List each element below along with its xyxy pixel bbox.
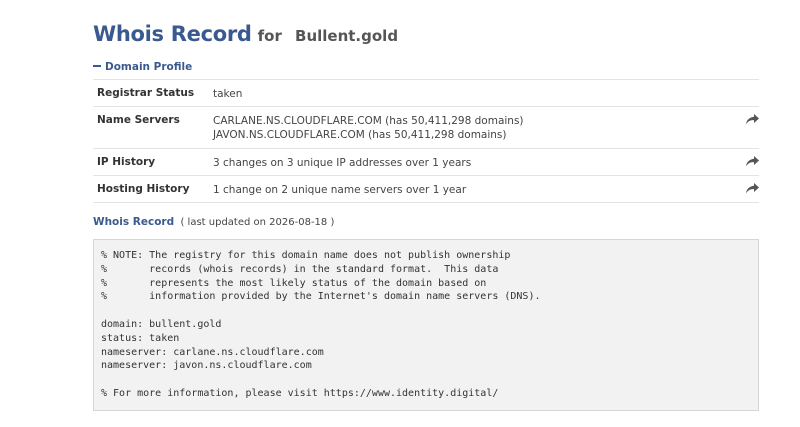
domain-profile-table: Registrar Status taken Name Servers CARL… [93, 79, 759, 203]
page-title-main: Whois Record [93, 22, 252, 46]
hosting-history-value: 1 change on 2 unique name servers over 1… [213, 184, 467, 196]
domain-profile-toggle[interactable]: Domain Profile [93, 58, 192, 76]
registrar-status-value: taken [213, 88, 243, 100]
profile-row-action-cell [739, 107, 759, 149]
minus-icon [93, 65, 101, 67]
whois-record-heading: Whois Record ( last updated on 2026-08-1… [93, 214, 334, 230]
profile-row-label: IP History [97, 156, 156, 168]
profile-row-value: 3 changes on 3 unique IP addresses over … [213, 149, 739, 176]
ip-history-value: 3 changes on 3 unique IP addresses over … [213, 157, 472, 169]
whois-record-text[interactable]: % NOTE: The registry for this domain nam… [101, 249, 758, 401]
profile-row-label: Hosting History [97, 183, 190, 195]
share-arrow-icon[interactable] [746, 183, 759, 194]
profile-row-label: Registrar Status [97, 87, 195, 99]
profile-row-ip-history: IP History 3 changes on 3 unique IP addr… [93, 148, 759, 176]
profile-row-action-cell [739, 149, 759, 176]
name-server-1: CARLANE.NS.CLOUDFLARE.COM (has 50,411,29… [213, 115, 524, 127]
name-server-2: JAVON.NS.CLOUDFLARE.COM (has 50,411,298 … [213, 129, 507, 141]
share-arrow-icon[interactable] [746, 114, 759, 125]
page-title: Whois Record for Bullent.gold [93, 0, 759, 46]
profile-row-registrar-status: Registrar Status taken [93, 79, 759, 107]
profile-row-value: CARLANE.NS.CLOUDFLARE.COM (has 50,411,29… [213, 107, 739, 149]
whois-record-title: Whois Record [93, 216, 175, 228]
profile-row-action-cell [739, 176, 759, 203]
page-title-for: for [257, 27, 282, 45]
share-arrow-icon[interactable] [746, 156, 759, 167]
whois-record-updated: ( last updated on 2026-08-18 ) [180, 217, 335, 228]
whois-record-box: % NOTE: The registry for this domain nam… [93, 239, 759, 411]
profile-row-label: Name Servers [97, 114, 180, 126]
whois-page: Whois Record for Bullent.gold Domain Prof… [93, 0, 759, 411]
profile-row-value: taken [213, 80, 739, 107]
profile-row-name-servers: Name Servers CARLANE.NS.CLOUDFLARE.COM (… [93, 106, 759, 149]
domain-profile-label: Domain Profile [105, 61, 193, 73]
profile-row-action-cell [739, 80, 759, 107]
page-title-domain: Bullent.gold [295, 27, 399, 45]
profile-row-hosting-history: Hosting History 1 change on 2 unique nam… [93, 175, 759, 203]
profile-row-value: 1 change on 2 unique name servers over 1… [213, 176, 739, 203]
